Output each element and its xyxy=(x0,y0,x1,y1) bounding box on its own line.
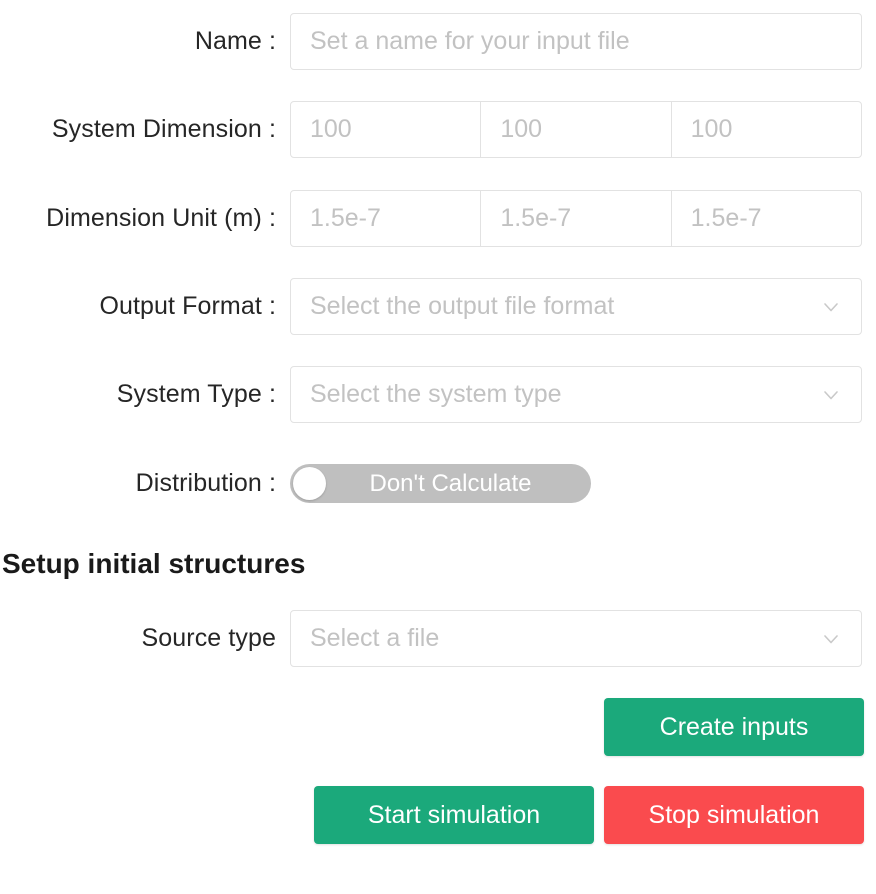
label-source-type: Source type xyxy=(0,625,276,653)
form-row-system-dimension: System Dimension : 100 100 100 xyxy=(0,101,876,158)
output-format-value: Select the output file format xyxy=(310,292,812,321)
form-row-source-type: Source type Select a file xyxy=(0,610,876,667)
field-dimension-unit: 1.5e-7 1.5e-7 1.5e-7 xyxy=(290,190,862,247)
form-row-distribution: Distribution : Don't Calculate xyxy=(0,464,876,503)
chevron-down-icon xyxy=(820,628,842,650)
label-system-dimension: System Dimension : xyxy=(0,116,276,144)
chevron-down-icon xyxy=(820,384,842,406)
label-distribution: Distribution : xyxy=(0,470,276,498)
form-row-dimension-unit: Dimension Unit (m) : 1.5e-7 1.5e-7 1.5e-… xyxy=(0,190,876,247)
field-source-type: Select a file xyxy=(290,610,862,667)
output-format-select[interactable]: Select the output file format xyxy=(290,278,862,335)
system-type-select[interactable]: Select the system type xyxy=(290,366,862,423)
system-dimension-z-input[interactable]: 100 xyxy=(672,102,861,157)
dimension-unit-z-input[interactable]: 1.5e-7 xyxy=(672,191,861,246)
system-dimension-y-input[interactable]: 100 xyxy=(481,102,671,157)
form-row-output-format: Output Format : Select the output file f… xyxy=(0,278,876,335)
section-heading-setup-initial-structures: Setup initial structures xyxy=(0,548,305,580)
distribution-toggle[interactable]: Don't Calculate xyxy=(290,464,591,503)
name-input[interactable]: Set a name for your input file xyxy=(290,13,862,70)
dimension-unit-group: 1.5e-7 1.5e-7 1.5e-7 xyxy=(290,190,862,247)
label-system-type: System Type : xyxy=(0,381,276,409)
field-name: Set a name for your input file xyxy=(290,13,862,70)
stop-simulation-button[interactable]: Stop simulation xyxy=(604,786,864,844)
label-output-format: Output Format : xyxy=(0,293,276,321)
system-dimension-x-input[interactable]: 100 xyxy=(291,102,481,157)
form-row-name: Name : Set a name for your input file xyxy=(0,13,876,70)
form-row-system-type: System Type : Select the system type xyxy=(0,366,876,423)
chevron-down-icon xyxy=(820,296,842,318)
dimension-unit-x-input[interactable]: 1.5e-7 xyxy=(291,191,481,246)
field-output-format: Select the output file format xyxy=(290,278,862,335)
start-simulation-button[interactable]: Start simulation xyxy=(314,786,594,844)
system-dimension-group: 100 100 100 xyxy=(290,101,862,158)
field-system-dimension: 100 100 100 xyxy=(290,101,862,158)
label-dimension-unit: Dimension Unit (m) : xyxy=(0,205,276,233)
distribution-toggle-label: Don't Calculate xyxy=(334,470,591,498)
system-type-value: Select the system type xyxy=(310,380,812,409)
toggle-knob xyxy=(293,467,326,500)
dimension-unit-y-input[interactable]: 1.5e-7 xyxy=(481,191,671,246)
field-system-type: Select the system type xyxy=(290,366,862,423)
create-inputs-button[interactable]: Create inputs xyxy=(604,698,864,756)
source-type-select[interactable]: Select a file xyxy=(290,610,862,667)
field-distribution: Don't Calculate xyxy=(290,464,862,503)
label-name: Name : xyxy=(0,28,276,56)
source-type-value: Select a file xyxy=(310,624,812,653)
